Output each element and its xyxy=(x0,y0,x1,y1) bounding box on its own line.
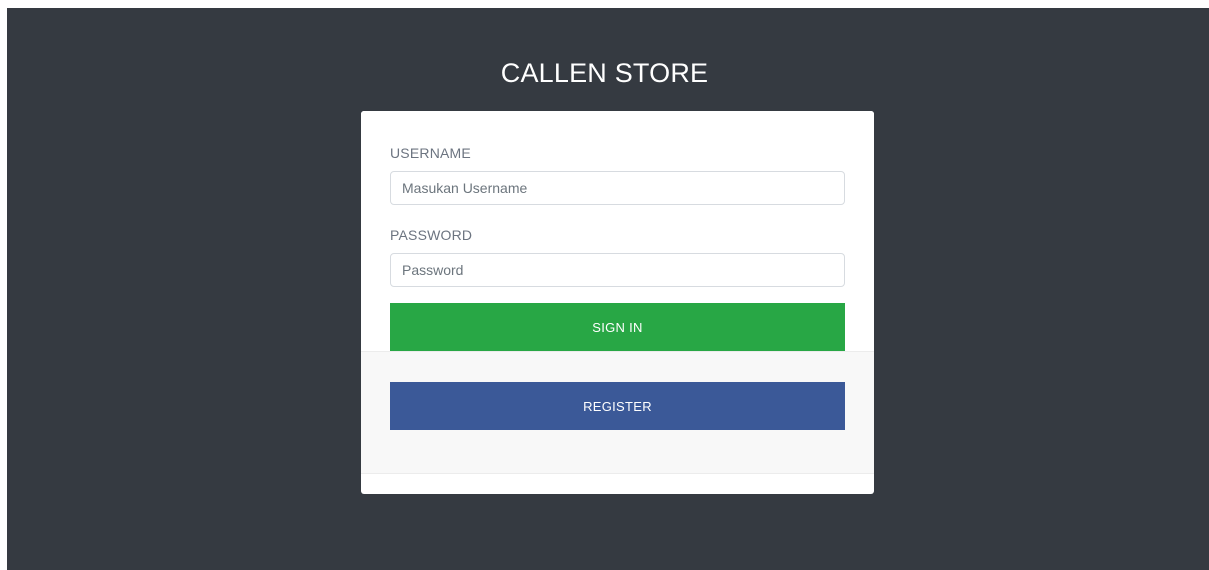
login-card-body: USERNAME PASSWORD SIGN IN xyxy=(361,111,874,351)
username-label: USERNAME xyxy=(390,145,471,161)
register-button[interactable]: REGISTER xyxy=(390,382,845,430)
login-card: USERNAME PASSWORD SIGN IN REGISTER xyxy=(361,111,874,494)
password-input[interactable] xyxy=(390,253,845,287)
sign-in-button[interactable]: SIGN IN xyxy=(390,303,845,351)
password-label: PASSWORD xyxy=(390,227,473,243)
store-title: CALLEN STORE xyxy=(500,58,709,88)
username-input[interactable] xyxy=(390,171,845,205)
login-card-footer: REGISTER xyxy=(361,351,874,474)
login-background: CALLEN STORE USERNAME PASSWORD SIGN IN R… xyxy=(7,8,1209,570)
